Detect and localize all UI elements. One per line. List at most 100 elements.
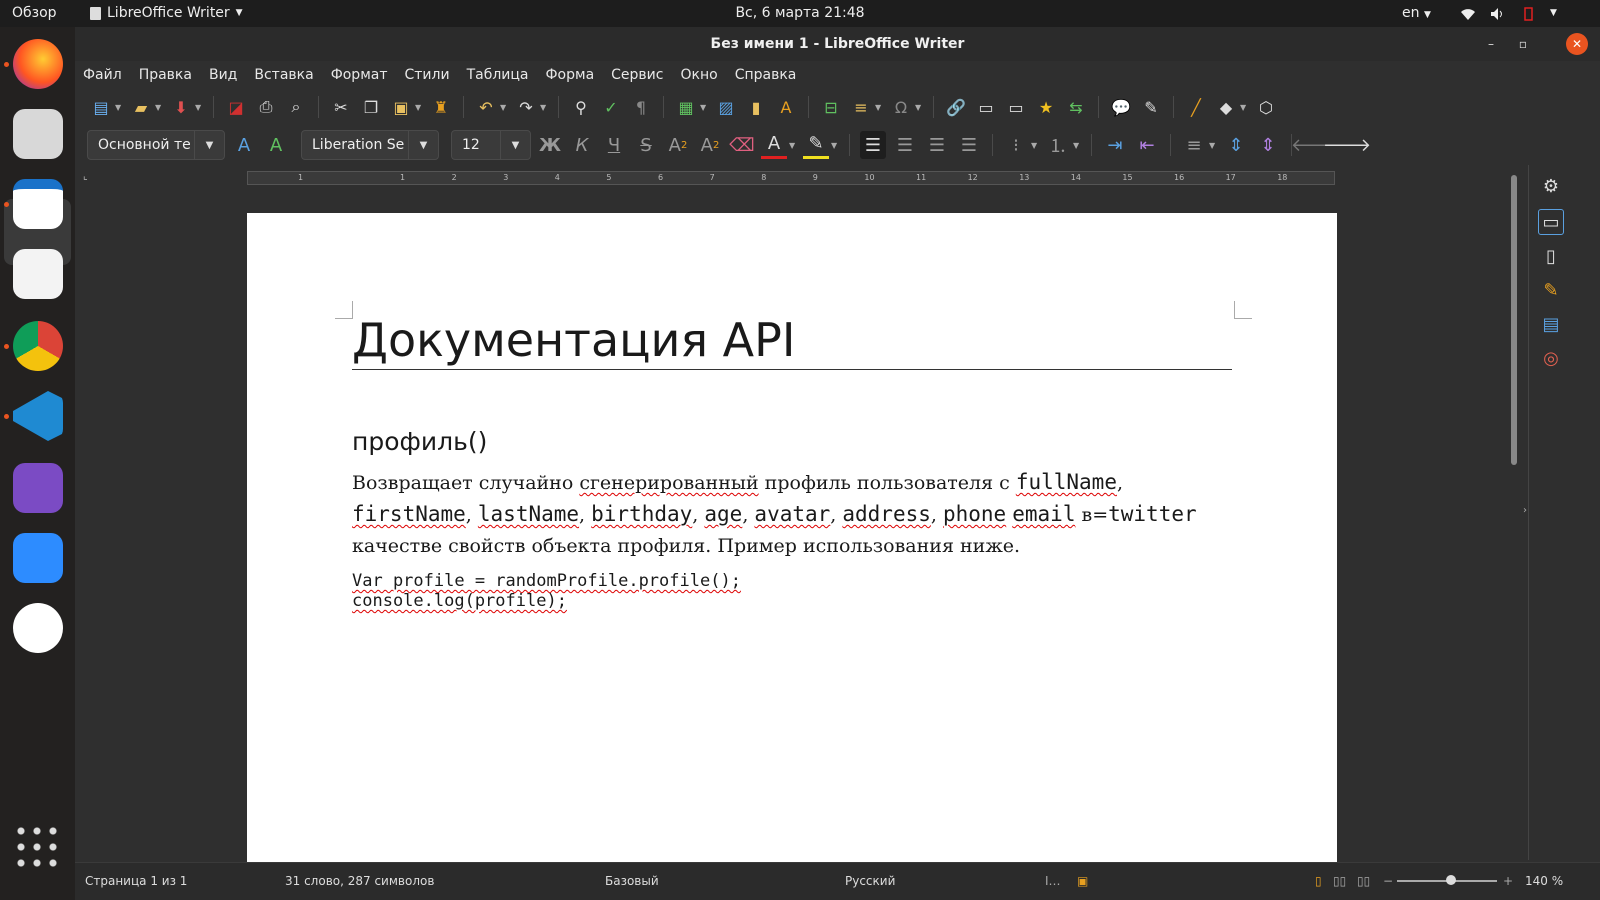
navigator-icon[interactable]: ◎ xyxy=(1538,345,1564,371)
properties-icon[interactable]: ▭ xyxy=(1538,209,1564,235)
tab-stop-icon[interactable]: ⌞ xyxy=(83,171,88,182)
new-document-icon[interactable]: ▤ xyxy=(89,95,113,119)
undo-icon[interactable]: ↶ xyxy=(474,95,498,119)
chevron-down-icon[interactable]: ▼ xyxy=(1031,141,1039,150)
input-language[interactable]: en ▼ xyxy=(1402,0,1431,27)
cut-icon[interactable]: ✂ xyxy=(329,95,353,119)
zoom-in-icon[interactable]: + xyxy=(1503,874,1513,888)
footnote-icon[interactable]: ▭ xyxy=(974,95,998,119)
italic-icon[interactable]: К xyxy=(569,131,595,159)
bookmark-icon[interactable]: ★ xyxy=(1034,95,1058,119)
zoom-level[interactable]: 140 % xyxy=(1525,874,1563,888)
heading-1[interactable]: Документация API xyxy=(352,313,1232,370)
minimize-icon[interactable]: – xyxy=(1480,33,1502,55)
chevron-down-icon[interactable]: ▼ xyxy=(115,103,123,112)
files-icon[interactable] xyxy=(13,109,63,159)
update-style-icon[interactable]: A xyxy=(231,131,257,159)
chevron-down-icon[interactable]: ▼ xyxy=(500,131,530,159)
collapse-sidebar-icon[interactable]: › xyxy=(1523,505,1527,516)
chevron-down-icon[interactable]: ▼ xyxy=(415,103,423,112)
zoom-icon[interactable] xyxy=(13,533,63,583)
scrollbar-thumb[interactable] xyxy=(1511,175,1517,465)
menu-tools[interactable]: Сервис xyxy=(611,67,663,83)
word-count[interactable]: 31 слово, 287 символов xyxy=(285,874,434,888)
redo-icon[interactable]: ↷ xyxy=(514,95,538,119)
single-page-view-icon[interactable]: ▯ xyxy=(1315,874,1322,888)
line-spacing-icon[interactable]: ≡ xyxy=(1181,131,1207,159)
save-icon[interactable]: ⬇ xyxy=(169,95,193,119)
menu-format[interactable]: Формат xyxy=(331,67,388,83)
find-replace-icon[interactable]: ⚲ xyxy=(569,95,593,119)
comment-icon[interactable]: 💬 xyxy=(1109,95,1133,119)
underline-icon[interactable]: Ч xyxy=(601,131,627,159)
chevron-down-icon[interactable]: ▼ xyxy=(1240,103,1248,112)
spelling-icon[interactable]: ✓ xyxy=(599,95,623,119)
text-editor-icon[interactable] xyxy=(13,249,63,299)
heading-2[interactable]: профиль() xyxy=(352,427,487,456)
formatting-marks-icon[interactable]: ¶ xyxy=(629,95,653,119)
bold-icon[interactable]: Ж xyxy=(537,131,563,159)
multi-page-view-icon[interactable]: ▯▯ xyxy=(1333,874,1346,888)
insert-chart-icon[interactable]: ▮ xyxy=(744,95,768,119)
track-changes-icon[interactable]: ✎ xyxy=(1139,95,1163,119)
document-modified-icon[interactable]: ▣ xyxy=(1077,874,1088,888)
font-color-icon[interactable]: A xyxy=(761,131,787,159)
endnote-icon[interactable]: ▭ xyxy=(1004,95,1028,119)
font-name-combo[interactable]: Liberation Se ▼ xyxy=(301,130,439,160)
insert-table-icon[interactable]: ▦ xyxy=(674,95,698,119)
libreoffice-writer-icon[interactable] xyxy=(13,179,63,229)
menu-styles[interactable]: Стили xyxy=(405,67,450,83)
insert-textbox-icon[interactable]: A xyxy=(774,95,798,119)
insert-mode-icon[interactable]: I… xyxy=(1045,874,1061,888)
chevron-down-icon[interactable]: ▼ xyxy=(408,131,438,159)
paste-icon[interactable]: ▣ xyxy=(389,95,413,119)
vscode-icon[interactable] xyxy=(13,391,63,441)
print-icon[interactable]: ⎙ xyxy=(254,95,278,119)
highlight-icon[interactable]: ✎ xyxy=(803,131,829,159)
open-folder-icon[interactable]: ▰ xyxy=(129,95,153,119)
insert-image-icon[interactable]: ▨ xyxy=(714,95,738,119)
subscript-icon[interactable]: A2 xyxy=(697,131,723,159)
page-icon[interactable]: ▯ xyxy=(1538,243,1564,269)
chevron-down-icon[interactable]: ▼ xyxy=(500,103,508,112)
document-page[interactable]: Документация API профиль() Возвращает сл… xyxy=(247,213,1337,884)
code-block[interactable]: Var profile = randomProfile.profile(); co… xyxy=(352,571,741,611)
window-titlebar[interactable]: Без имени 1 - LibreOffice Writer – ▫ ✕ xyxy=(75,27,1600,61)
gallery-icon[interactable]: ▤ xyxy=(1538,311,1564,337)
numbered-list-icon[interactable]: ⒈ xyxy=(1045,131,1071,159)
insert-page-break-icon[interactable]: ⊟ xyxy=(819,95,843,119)
menu-form[interactable]: Форма xyxy=(546,67,595,83)
clone-formatting-icon[interactable]: ♜ xyxy=(429,95,453,119)
ruler-scale[interactable]: 1 1 2 3 4 5 6 7 8 9 10 11 12 13 14 15 16 17 18 xyxy=(247,171,1335,185)
page-count[interactable]: Страница 1 из 1 xyxy=(85,874,187,888)
zoom-slider-knob[interactable] xyxy=(1446,875,1456,885)
sidebar-settings-icon[interactable]: ⚙ xyxy=(1538,173,1564,199)
github-desktop-icon[interactable] xyxy=(13,463,63,513)
decrease-indent-icon[interactable]: ⇤ xyxy=(1134,131,1160,159)
align-right-icon[interactable]: ☰ xyxy=(924,131,950,159)
chevron-down-icon[interactable]: ▼ xyxy=(155,103,163,112)
bulleted-list-icon[interactable]: ⁝ xyxy=(1003,131,1029,159)
line-icon[interactable]: ╱ xyxy=(1184,95,1208,119)
menu-table[interactable]: Таблица xyxy=(467,67,529,83)
special-character-icon[interactable]: Ω xyxy=(889,95,913,119)
arrow-right-icon[interactable]: 🡒 xyxy=(1323,131,1371,159)
new-style-icon[interactable]: A xyxy=(263,131,289,159)
body-paragraph[interactable]: Возвращает случайно сгенерированный проф… xyxy=(352,467,1212,562)
show-applications-icon[interactable] xyxy=(13,823,63,873)
align-left-icon[interactable]: ☰ xyxy=(860,131,886,159)
draw-functions-icon[interactable]: ⬡ xyxy=(1254,95,1278,119)
basic-shapes-icon[interactable]: ◆ xyxy=(1214,95,1238,119)
chevron-down-icon[interactable]: ▼ xyxy=(195,103,203,112)
document-canvas[interactable]: Документация API профиль() Возвращает сл… xyxy=(75,189,1505,884)
copy-icon[interactable]: ❐ xyxy=(359,95,383,119)
decrease-paragraph-spacing-icon[interactable]: ⇕ xyxy=(1255,131,1281,159)
chevron-down-icon[interactable]: ▼ xyxy=(789,141,797,150)
maximize-icon[interactable]: ▫ xyxy=(1512,33,1534,55)
paragraph-style-combo[interactable]: Основной те ▼ xyxy=(87,130,225,160)
print-preview-icon[interactable]: ⌕ xyxy=(284,95,308,119)
styles-icon[interactable]: ✎ xyxy=(1538,277,1564,303)
chevron-down-icon[interactable]: ▼ xyxy=(875,103,883,112)
export-pdf-icon[interactable]: ◪ xyxy=(224,95,248,119)
cross-reference-icon[interactable]: ⇆ xyxy=(1064,95,1088,119)
